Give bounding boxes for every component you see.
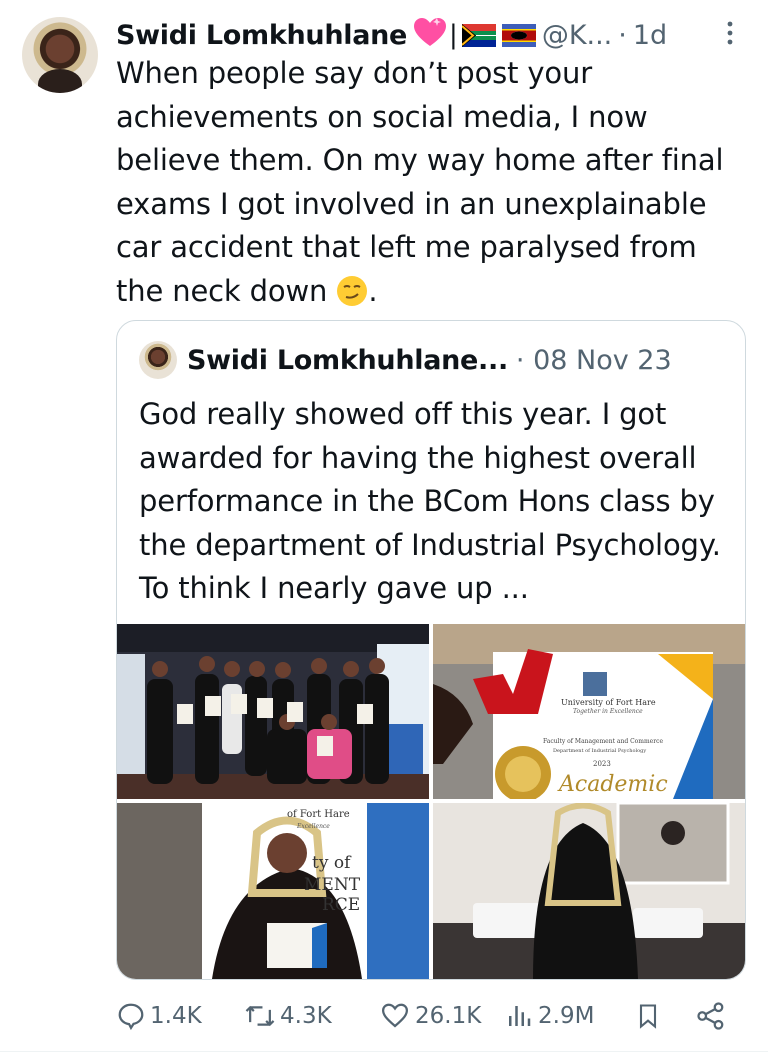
quoted-date: · 08 Nov 23 — [515, 344, 672, 376]
medal-card-line2: Together in Excellence — [573, 708, 643, 715]
views-count: 2.9M — [538, 1003, 595, 1029]
share-icon — [697, 1002, 724, 1030]
reply-button[interactable]: 1.4K — [116, 994, 202, 1038]
quoted-header: Swidi Lomkhuhlane... · 08 Nov 23 — [187, 339, 672, 381]
quoted-text: God really showed off this year. I got a… — [139, 397, 721, 605]
quoted-author-name: Swidi Lomkhuhlane... — [187, 344, 508, 376]
repost-count: 4.3K — [280, 1003, 332, 1029]
tweet-header: Swidi Lomkhuhlane | @K... · 1d — [116, 14, 756, 56]
name-separator: | — [449, 20, 458, 50]
smirking-face-emoji — [336, 275, 368, 320]
divider — [0, 1051, 768, 1052]
flags — [461, 23, 536, 47]
medal-card-award: Academic — [559, 772, 668, 797]
medal-card-year: 2023 — [593, 760, 611, 768]
header-dot: · — [618, 19, 627, 51]
quoted-author-avatar — [139, 341, 177, 379]
south-africa-flag — [461, 23, 496, 47]
author-handle[interactable]: @K... — [542, 20, 612, 51]
like-count: 26.1K — [415, 1003, 482, 1029]
banner-line2: Excellence — [297, 823, 330, 830]
bookmark-icon — [639, 1004, 657, 1029]
photo-certificate[interactable]: of Fort Hare Excellence ty of MENT RCE — [117, 803, 429, 979]
photo-mirror[interactable] — [433, 803, 745, 979]
photo-group[interactable] — [117, 624, 429, 799]
like-button[interactable]: 26.1K — [379, 994, 481, 1038]
photo-medal[interactable]: University of Fort Hare Together in Exce… — [433, 624, 745, 799]
repost-icon — [245, 1005, 275, 1027]
reply-count: 1.4K — [150, 1003, 202, 1029]
medal-card-line4: Department of Industrial Psychology — [553, 748, 647, 754]
share-button[interactable] — [696, 994, 730, 1038]
quoted-tweet[interactable]: Swidi Lomkhuhlane... · 08 Nov 23 God rea… — [116, 320, 746, 980]
repost-button[interactable]: 4.3K — [244, 994, 332, 1038]
author-name[interactable]: Swidi Lomkhuhlane — [116, 20, 407, 51]
tweet-body: When people say don’t post your achievem… — [116, 56, 724, 308]
author-avatar[interactable] — [22, 17, 98, 93]
banner-line5: RCE — [322, 895, 361, 915]
banner-line1: of Fort Hare — [287, 809, 350, 820]
reply-icon — [118, 1003, 144, 1031]
banner-line3: ty of — [312, 853, 351, 873]
more-icon[interactable] — [720, 20, 740, 50]
banner-line4: MENT — [304, 875, 361, 895]
tweet-time[interactable]: 1d — [633, 20, 667, 51]
views-icon — [509, 1006, 531, 1026]
eswatini-flag — [501, 23, 536, 47]
tweet-text-suffix: . — [368, 273, 378, 308]
sparkling-heart-emoji — [413, 18, 447, 52]
medal-card-line1: University of Fort Hare — [561, 698, 656, 707]
like-icon — [381, 1003, 409, 1028]
action-bar: 1.4K 4.3K 26.1K 2.9M — [116, 994, 736, 1038]
tweet-text: When people say don’t post your achievem… — [116, 52, 746, 319]
photo-grid: University of Fort Hare Together in Exce… — [117, 624, 745, 979]
bookmark-button[interactable] — [634, 994, 666, 1038]
views-button[interactable]: 2.9M — [504, 994, 594, 1038]
medal-card-line3: Faculty of Management and Commerce — [543, 738, 664, 745]
